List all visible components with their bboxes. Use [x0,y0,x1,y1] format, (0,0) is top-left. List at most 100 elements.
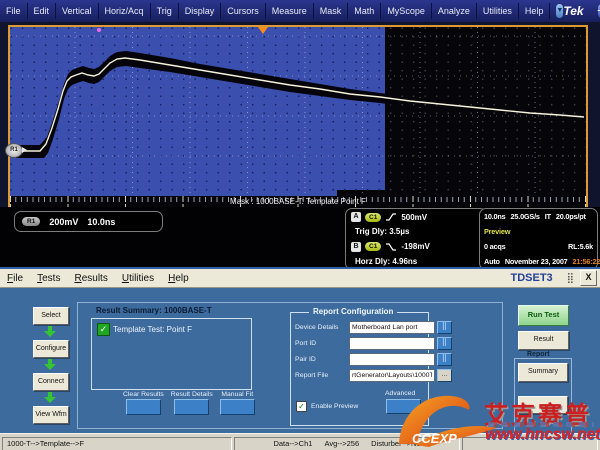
browse-icon[interactable]: ... [437,369,452,382]
record-length: RL:5.6k [568,242,593,251]
keypad-icon[interactable]: ⣿ [437,337,452,350]
trig-a-level: 500mV [401,213,427,222]
report-file-input[interactable] [349,369,435,382]
scope-menubar: File Edit Vertical Horiz/Acq Trig Displa… [0,0,600,22]
menu-trig[interactable]: Trig [151,3,179,19]
menu-mask[interactable]: Mask [314,3,349,19]
marker-dot-icon [97,28,101,32]
trig-a-source-badge: C1 [365,213,381,222]
menu-help[interactable]: Help [519,3,551,19]
menu-vertical[interactable]: Vertical [56,3,99,19]
menu-myscope[interactable]: MyScope [381,3,432,19]
status-empty-cell [462,437,598,450]
flow-down-arrow-icon [44,392,56,403]
acq-timebase: 10.0ns [484,212,506,221]
result-button[interactable]: Result [518,331,569,350]
menu-horiz-acq[interactable]: Horiz/Acq [99,3,151,19]
app-menu-results[interactable]: Results [67,273,114,284]
manual-fit-button[interactable] [220,399,255,415]
app-close-button[interactable]: X [580,270,597,286]
report-detail-button-partial[interactable] [518,396,568,414]
result-details-label: Result Details [171,391,213,398]
waveform-graticule: Mask : 1000BASE-T: Template Point F R1 [8,25,588,209]
template-test-item[interactable]: Template Test: Point F [113,325,192,334]
clear-results-label: Clear Results [123,391,164,398]
flow-down-arrow-icon [44,326,56,337]
acq-sample-rate: 25.0GS/s [511,212,540,221]
menu-cursors[interactable]: Cursors [221,3,266,19]
ref1-arrow-icon [22,147,27,153]
tek-logo: Tek [563,4,583,18]
mask-label: Mask : 1000BASE-T: Template Point F [230,197,366,206]
report-group-label: Report [527,351,550,358]
pair-id-label: Pair ID [295,356,349,363]
menu-math[interactable]: Math [348,3,381,19]
app-menu-utilities[interactable]: Utilities [115,273,161,284]
filter-icon[interactable]: ▼ [556,4,563,18]
falling-edge-icon [385,242,397,252]
ref1-marker[interactable]: R1 [5,143,23,158]
manual-fit-label: Manual Fit [221,391,253,398]
status-data-source: Data-->Ch1 [273,438,312,450]
app-title: TDSET3 [510,272,552,284]
oscilloscope-screen: File Edit Vertical Horiz/Acq Trig Displa… [0,0,600,450]
enable-preview-label: Enable Preview [311,403,358,410]
ref-badge: R1 [22,217,40,226]
result-details-button[interactable] [174,399,209,415]
enable-preview-checkbox[interactable]: ✓ [296,401,307,412]
view-wfm-button[interactable]: View Wfm [33,406,69,424]
configure-button[interactable]: Configure [33,340,69,358]
menu-measure[interactable]: Measure [266,3,314,19]
ref-scale: 200mV [49,217,78,227]
app-menu-tests[interactable]: Tests [30,273,67,284]
status-averages: Avg-->256 [324,438,359,450]
acq-resolution: 20.0ps/pt [556,212,586,221]
date: November 23, 2007 [505,257,568,266]
trig-a-badge: A [351,212,361,222]
connect-button[interactable]: Connect [33,373,69,391]
clock-time: 21:56:22 [573,257,600,266]
menu-display[interactable]: Display [179,3,222,19]
pair-id-input[interactable] [349,353,435,366]
trig-b-badge: B [351,242,361,252]
acquisition-readout-box: 10.0ns 25.0GS/s IT 20.0ps/pt Preview 0 a… [479,208,598,270]
menu-edit[interactable]: Edit [28,3,57,19]
keyboard-icon[interactable]: ⣿ [567,273,574,284]
flow-down-arrow-icon [44,359,56,370]
app-menu-file[interactable]: File [0,273,30,284]
horz-delay: Horz Dly: 4.96ns [351,257,481,266]
trigger-mode: Auto [484,257,500,266]
result-action-buttons: Clear Results Result Details Manual Fit [123,391,255,415]
preview-status: Preview [484,227,593,236]
report-configuration-group: Report Configuration Device Details ⣿ Po… [290,312,429,426]
tdset3-window: File Tests Results Utilities Help TDSET3… [0,267,600,450]
report-configuration-title: Report Configuration [309,307,397,316]
port-id-input[interactable] [349,337,435,350]
app-menu-help[interactable]: Help [161,273,196,284]
keypad-icon[interactable]: ⣿ [437,353,452,366]
select-button[interactable]: Select [33,307,69,325]
menu-file[interactable]: File [0,3,28,19]
scope-status-strip: R1 200mV 10.0ns A C1 500mV Trig Dly: 3.5… [0,207,600,267]
device-details-input[interactable] [349,321,435,334]
run-test-button[interactable]: Run Test [518,305,569,326]
acq-mode-it: IT [545,212,551,221]
tdset3-menubar: File Tests Results Utilities Help TDSET3… [0,269,600,288]
trig-b-level: -198mV [401,242,429,251]
keypad-icon[interactable]: ⣿ [437,321,452,334]
device-details-label: Device Details [295,324,349,331]
trig-delay: Trig Dly: 3.5µs [351,227,481,236]
trigger-position-icon[interactable] [258,27,268,34]
results-panel: Result Summary: 1000BASE-T ✓ Template Te… [77,302,503,429]
app-status-bar: 1000-T-->Template-->F Data-->Ch1 Avg-->2… [0,433,600,450]
report-file-label: Report File [295,372,349,379]
trig-b-source-badge: C1 [365,242,381,251]
menu-utilities[interactable]: Utilities [477,3,519,19]
summary-button[interactable]: Summary [518,363,568,382]
advanced-label: Advanced [385,390,415,397]
menu-analyze[interactable]: Analyze [432,3,477,19]
clear-results-button[interactable] [126,399,161,415]
ref-timebase: 10.0ns [87,217,115,227]
advanced-button[interactable] [386,399,421,414]
result-summary-box: ✓ Template Test: Point F [91,318,252,390]
